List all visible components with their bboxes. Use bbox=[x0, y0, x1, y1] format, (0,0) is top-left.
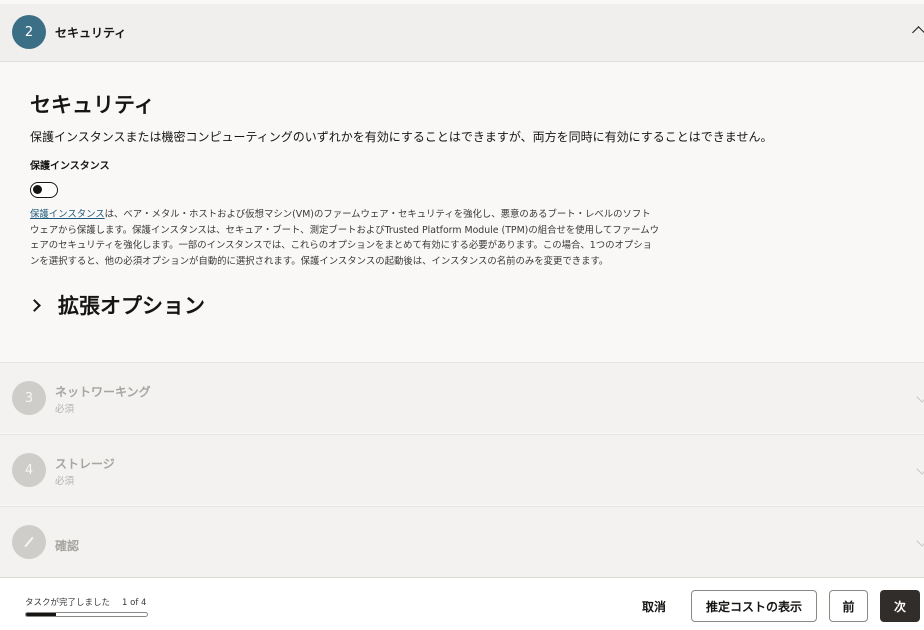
cancel-button[interactable]: 取消 bbox=[630, 590, 678, 622]
chevron-right-icon bbox=[30, 300, 40, 310]
shielded-instance-link[interactable]: 保護インスタンス bbox=[30, 209, 105, 220]
previous-button[interactable]: 前 bbox=[829, 590, 868, 622]
step-networking[interactable]: 3 ネットワーキング 必須 bbox=[0, 362, 924, 433]
step-storage[interactable]: 4 ストレージ 必須 bbox=[0, 434, 924, 505]
section-description: 保護インスタンスまたは機密コンピューティングのいずれかを有効にすることはできます… bbox=[30, 130, 773, 144]
step-number-badge: 2 bbox=[12, 15, 46, 49]
help-line: 保護インスタンスは、ベア・メタル・ホストおよび仮想マシン(VM)のファームウェア… bbox=[30, 207, 735, 223]
step-header-security[interactable]: 2 セキュリティ bbox=[0, 4, 924, 62]
step-review[interactable]: 確認 bbox=[0, 506, 924, 577]
progress-bar bbox=[25, 612, 148, 617]
shielded-instance-toggle[interactable] bbox=[30, 182, 58, 198]
step-name: ネットワーキング bbox=[55, 385, 151, 399]
step-required-label: 必須 bbox=[55, 476, 75, 487]
step-title: セキュリティ bbox=[55, 26, 127, 40]
step-number-badge: 3 bbox=[12, 381, 46, 415]
chevron-down-icon bbox=[916, 537, 924, 547]
shielded-instance-label: 保護インスタンス bbox=[30, 161, 110, 172]
chevron-down-icon bbox=[916, 465, 924, 475]
help-text-part: は、ベア・メタル・ホストおよび仮想マシン(VM)のファームウェア・セキュリティを… bbox=[104, 209, 651, 220]
advanced-options-title: 拡張オプション bbox=[58, 294, 205, 318]
estimated-cost-button[interactable]: 推定コストの表示 bbox=[691, 590, 817, 622]
step-required-label: 必須 bbox=[55, 404, 75, 415]
footer-bar: タスクが完了しました 1 of 4 取消 推定コストの表示 前 次 bbox=[0, 577, 924, 630]
help-line: ンを選択すると、他の必須オプションが自動的に選択されます。保護インスタンスの起動… bbox=[30, 255, 609, 267]
progress-fill bbox=[26, 613, 57, 616]
step-number-badge: 4 bbox=[12, 453, 46, 487]
step-name: 確認 bbox=[55, 539, 80, 553]
page: 2 セキュリティ セキュリティ 保護インスタンスまたは機密コンピューティングのい… bbox=[0, 0, 924, 630]
help-line: ェアのセキュリティを強化します。一部のインスタンスでは、これらのオプションをまと… bbox=[30, 240, 652, 251]
section-title: セキュリティ bbox=[30, 93, 155, 117]
step-icon-badge bbox=[12, 525, 46, 559]
chevron-up-icon[interactable] bbox=[912, 24, 924, 36]
chevron-down-icon bbox=[916, 393, 924, 403]
pencil-icon bbox=[23, 536, 35, 548]
progress-text: タスクが完了しました bbox=[25, 598, 111, 608]
progress-count: 1 of 4 bbox=[122, 598, 147, 608]
step-name: ストレージ bbox=[55, 457, 115, 471]
next-button[interactable]: 次 bbox=[880, 590, 920, 622]
security-section: セキュリティ 保護インスタンスまたは機密コンピューティングのいずれかを有効にする… bbox=[0, 62, 924, 362]
advanced-options-toggle[interactable]: 拡張オプション bbox=[30, 290, 205, 320]
progress-label: タスクが完了しました 1 of 4 bbox=[25, 596, 146, 608]
toggle-knob bbox=[33, 185, 42, 194]
shielded-instance-help: 保護インスタンスは、ベア・メタル・ホストおよび仮想マシン(VM)のファームウェア… bbox=[30, 207, 735, 269]
help-line: ウェアから保護します。保護インスタンスは、セキュア・ブート、測定ブートおよびTr… bbox=[30, 224, 660, 236]
